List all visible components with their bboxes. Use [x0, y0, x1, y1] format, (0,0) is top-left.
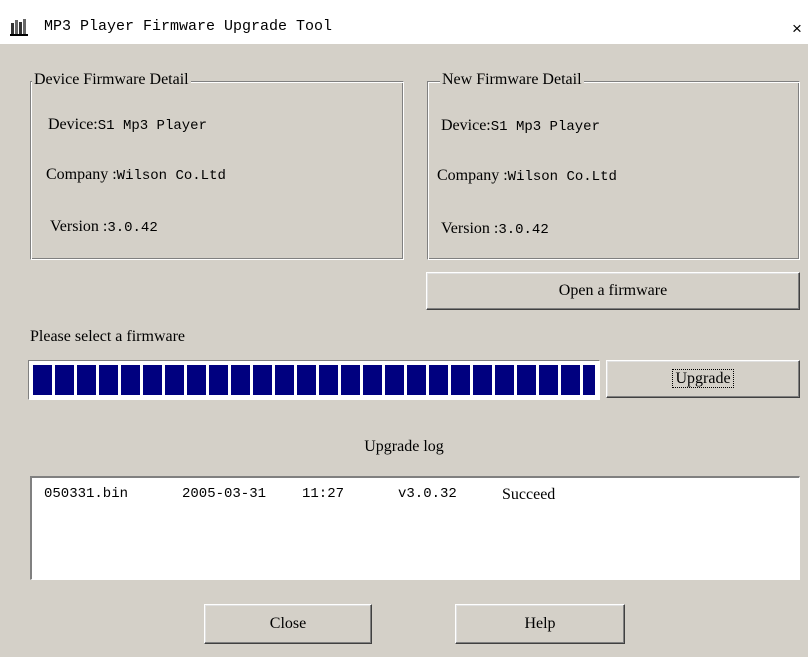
- open-firmware-button[interactable]: Open a firmware: [426, 272, 800, 310]
- close-button[interactable]: Close: [204, 604, 372, 644]
- company-label: Company :: [46, 166, 117, 183]
- new-company-value: Wilson Co.Ltd: [507, 169, 617, 185]
- upgrade-button-label: Upgrade: [672, 369, 734, 388]
- device-value: S1 Mp3 Player: [97, 118, 207, 134]
- device-row: Device:S1 Mp3 Player: [48, 116, 207, 134]
- progress-bar-fill: [33, 365, 595, 395]
- company-row: Company :Wilson Co.Ltd: [46, 166, 226, 184]
- new-device-label: Device:: [441, 117, 491, 134]
- company-value: Wilson Co.Ltd: [116, 168, 226, 184]
- firmware-upgrade-window: MP3 Player Firmware Upgrade Tool × Devic…: [0, 0, 808, 657]
- version-row: Version :3.0.42: [50, 218, 158, 236]
- new-device-row: Device:S1 Mp3 Player: [441, 117, 600, 135]
- new-company-row: Company :Wilson Co.Ltd: [437, 167, 617, 185]
- new-company-label: Company :: [437, 167, 508, 184]
- new-version-value: 3.0.42: [498, 222, 549, 238]
- close-icon[interactable]: ×: [786, 18, 808, 40]
- log-result: Succeed: [502, 486, 556, 503]
- device-firmware-group-title: Device Firmware Detail: [32, 71, 191, 89]
- version-label: Version :: [50, 218, 108, 235]
- new-firmware-group-title: New Firmware Detail: [440, 71, 584, 89]
- progress-bar: [28, 360, 600, 400]
- log-date: 2005-03-31: [182, 486, 267, 502]
- new-version-label: Version :: [441, 220, 499, 237]
- title-bar[interactable]: MP3 Player Firmware Upgrade Tool ×: [0, 0, 808, 44]
- upgrade-log-list[interactable]: 050331.bin 2005-03-31 11:27 v3.0.32 Succeed: [30, 476, 800, 580]
- log-entry: 050331.bin 2005-03-31 11:27 v3.0.32 Succeed: [32, 478, 799, 503]
- log-version: v3.0.32: [398, 486, 457, 502]
- new-version-row: Version :3.0.42: [441, 220, 549, 238]
- log-time: 11:27: [302, 486, 345, 502]
- status-text: Please select a firmware: [30, 328, 186, 345]
- upgrade-button[interactable]: Upgrade: [606, 360, 800, 398]
- device-label: Device:: [48, 116, 98, 133]
- log-file: 050331.bin: [44, 486, 129, 502]
- mp3-player-icon: [10, 19, 28, 36]
- upgrade-log-title: Upgrade log: [364, 438, 444, 455]
- new-device-value: S1 Mp3 Player: [490, 119, 600, 135]
- window-title: MP3 Player Firmware Upgrade Tool: [44, 18, 333, 35]
- help-button[interactable]: Help: [455, 604, 625, 644]
- version-value: 3.0.42: [107, 220, 158, 236]
